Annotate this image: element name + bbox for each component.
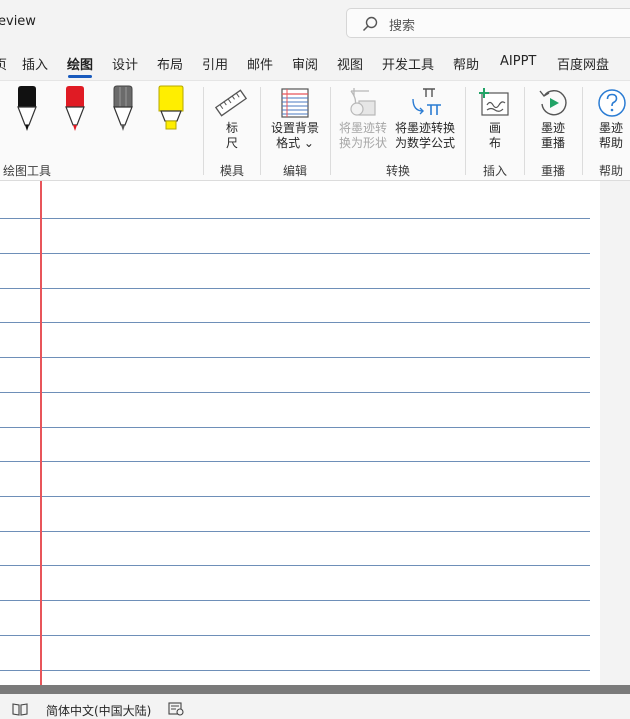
ink-to-shape-icon: [350, 88, 376, 116]
tab-baidu-netdisk[interactable]: 百度网盘: [557, 54, 609, 73]
group-label-edit: 编辑: [282, 164, 308, 178]
ink-to-math-label-1[interactable]: 将墨迹转换: [395, 121, 455, 136]
ruled-line: [0, 357, 590, 358]
ink-to-shape-label-1: 将墨迹转: [338, 121, 388, 135]
group-label-stencils: 模具: [219, 164, 245, 178]
ink-help-label-1[interactable]: 墨迹: [599, 121, 623, 136]
search-placeholder: 搜索: [389, 19, 416, 34]
document-area[interactable]: [0, 181, 630, 685]
background-format-label-2[interactable]: 格式 ⌄: [276, 136, 314, 151]
document-page[interactable]: [0, 181, 600, 685]
group-label-replay: 重播: [540, 164, 566, 178]
ruler-icon[interactable]: [214, 87, 248, 119]
ruled-line: [0, 496, 590, 497]
ruled-line: [0, 253, 590, 254]
ruled-line: [0, 288, 590, 289]
tab-references[interactable]: 引用: [202, 54, 228, 73]
tab-help[interactable]: 帮助: [453, 54, 479, 73]
group-label-insert: 插入: [482, 164, 508, 178]
pencil-icon[interactable]: [108, 85, 138, 133]
background-format-label-1[interactable]: 设置背景: [271, 121, 319, 136]
tab-developer[interactable]: 开发工具: [382, 54, 434, 73]
group-separator: [260, 87, 261, 175]
ruled-line: [0, 565, 590, 566]
help-icon[interactable]: [596, 87, 628, 119]
book-icon[interactable]: [12, 703, 28, 716]
ruled-line: [0, 218, 590, 219]
tab-mailings[interactable]: 邮件: [247, 54, 273, 73]
canvas-label-2[interactable]: 布: [489, 136, 501, 151]
title-bar: eview 搜索: [0, 0, 630, 46]
ink-replay-label-2[interactable]: 重播: [541, 136, 565, 151]
canvas-icon[interactable]: [478, 87, 510, 119]
group-separator: [330, 87, 331, 175]
ink-help-label-2[interactable]: 帮助: [599, 136, 623, 151]
margin-line: [40, 181, 42, 685]
tab-page[interactable]: 页: [0, 54, 7, 73]
ink-replay-icon[interactable]: [537, 87, 569, 119]
ruled-line: [0, 322, 590, 323]
active-tab-indicator: [68, 75, 92, 78]
tab-view[interactable]: 视图: [337, 54, 363, 73]
ink-to-math-icon[interactable]: [409, 85, 443, 119]
group-separator: [524, 87, 525, 175]
tab-insert[interactable]: 插入: [22, 54, 48, 73]
group-separator: [203, 87, 204, 175]
ribbon: 绘图工具 标 尺 模具 设置背景 格式 ⌄ 编辑 将墨迹转 换为形状 将墨迹转换…: [0, 80, 630, 181]
ruled-line: [0, 392, 590, 393]
tab-aippt[interactable]: AIPPT: [500, 54, 536, 69]
ribbon-tabs: 页 插入 绘图 设计 布局 引用 邮件 审阅 视图 开发工具 帮助 AIPPT …: [0, 46, 630, 80]
ruled-line: [0, 531, 590, 532]
red-pen-icon[interactable]: [60, 85, 90, 133]
ruler-button-label-2[interactable]: 尺: [226, 136, 238, 151]
canvas-label-1[interactable]: 画: [489, 121, 501, 136]
tab-layout[interactable]: 布局: [157, 54, 183, 73]
ink-to-math-label-2[interactable]: 为数学公式: [395, 136, 455, 151]
tab-draw[interactable]: 绘图: [67, 54, 93, 73]
ruled-line: [0, 635, 590, 636]
search-input[interactable]: 搜索: [346, 8, 630, 38]
tab-review[interactable]: 审阅: [292, 54, 318, 73]
ruled-line: [0, 427, 590, 428]
document-title: eview: [0, 14, 36, 29]
group-label-drawing-tools: 绘图工具: [2, 164, 52, 178]
horizontal-scrollbar[interactable]: [0, 685, 630, 694]
group-label-convert: 转换: [385, 164, 411, 178]
ruled-line: [0, 461, 590, 462]
background-format-icon[interactable]: [279, 87, 311, 119]
group-label-help: 帮助: [598, 164, 624, 178]
highlighter-icon[interactable]: [156, 85, 186, 133]
tab-design[interactable]: 设计: [112, 54, 138, 73]
ruler-button-label-1[interactable]: 标: [226, 121, 238, 136]
ink-to-shape-label-2: 换为形状: [338, 136, 388, 150]
language-indicator[interactable]: 简体中文(中国大陆): [46, 702, 151, 719]
group-separator: [465, 87, 466, 175]
accessibility-icon[interactable]: [168, 702, 184, 716]
group-separator: [582, 87, 583, 175]
search-icon: [362, 16, 378, 32]
ruled-line: [0, 670, 590, 671]
black-pen-icon[interactable]: [12, 85, 42, 133]
ink-replay-label-1[interactable]: 墨迹: [541, 121, 565, 136]
status-bar: 简体中文(中国大陆): [0, 694, 630, 718]
ruled-line: [0, 600, 590, 601]
